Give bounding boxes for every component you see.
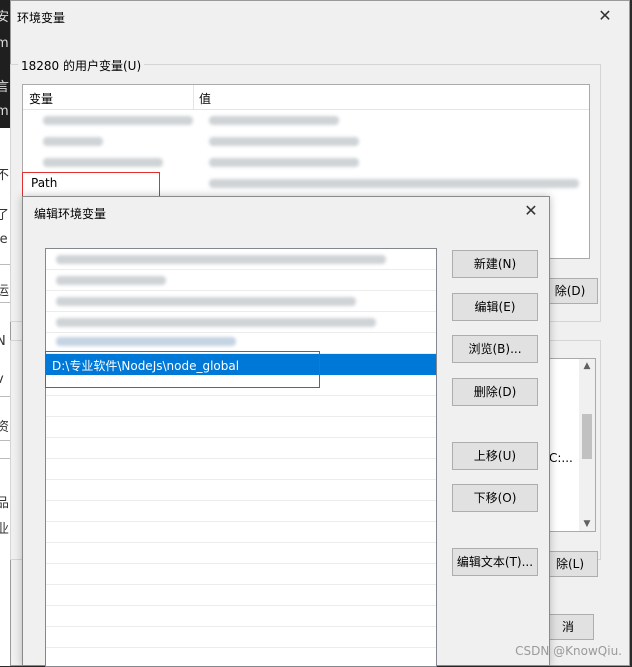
chevron-down-icon[interactable]: ▼ (579, 519, 595, 529)
list-item[interactable] (46, 543, 436, 564)
list-item[interactable] (46, 438, 436, 459)
list-item[interactable] (46, 564, 436, 585)
table-row[interactable] (23, 131, 589, 152)
list-item[interactable] (46, 417, 436, 438)
table-row[interactable] (23, 152, 589, 173)
table-row[interactable] (23, 110, 589, 131)
column-header-variable[interactable]: 变量 (29, 90, 53, 107)
scrollbar-thumb[interactable] (582, 414, 592, 459)
dialog-title: 编辑环境变量 (34, 207, 107, 221)
list-item[interactable] (46, 606, 436, 627)
edit-button[interactable]: 编辑(E) (452, 293, 538, 321)
browse-button[interactable]: 浏览(B)... (452, 335, 538, 363)
edit-environment-variable-dialog: 编辑环境变量 ✕ D:\专业软件\NodeJs\node_global 新建(N… (22, 196, 550, 667)
system-value-text: C:... (549, 451, 573, 465)
delete-system-variable-button[interactable]: 除(L) (542, 551, 598, 577)
background-window-strip: 安 m 言 m 不 了 le 运 N v 资 品 业 (0, 0, 10, 666)
delete-button[interactable]: 删除(D) (452, 378, 538, 406)
chevron-up-icon[interactable]: ▲ (579, 361, 595, 371)
close-icon[interactable]: ✕ (521, 201, 541, 220)
list-item[interactable] (46, 312, 436, 333)
move-up-button[interactable]: 上移(U) (452, 442, 538, 470)
list-item[interactable] (46, 627, 436, 648)
edit-text-button[interactable]: 编辑文本(T)... (452, 548, 538, 576)
list-item[interactable] (46, 648, 436, 666)
table-header: 变量 值 (23, 85, 589, 110)
scrollbar[interactable]: ▲ ▼ (579, 359, 595, 531)
selection-highlight-box (45, 351, 320, 388)
user-variables-label: 18280 的用户变量(U) (18, 57, 145, 74)
list-item[interactable] (46, 501, 436, 522)
watermark: CSDN @KnowQiu. (515, 644, 622, 658)
list-item[interactable] (46, 249, 436, 270)
column-header-value[interactable]: 值 (199, 90, 211, 107)
list-item[interactable] (46, 480, 436, 501)
list-item[interactable] (46, 396, 436, 417)
list-item[interactable] (46, 585, 436, 606)
move-down-button[interactable]: 下移(O) (452, 484, 538, 512)
list-item[interactable] (46, 291, 436, 312)
new-button[interactable]: 新建(N) (452, 250, 538, 278)
dialog-title: 环境变量 (17, 11, 66, 25)
list-item[interactable] (46, 459, 436, 480)
path-entries-list[interactable]: D:\专业软件\NodeJs\node_global (45, 248, 437, 667)
close-icon[interactable]: ✕ (595, 6, 615, 25)
list-item[interactable] (46, 522, 436, 543)
delete-user-variable-button[interactable]: 除(D) (542, 278, 598, 304)
list-item[interactable] (46, 270, 436, 291)
path-highlight-box (22, 172, 160, 198)
